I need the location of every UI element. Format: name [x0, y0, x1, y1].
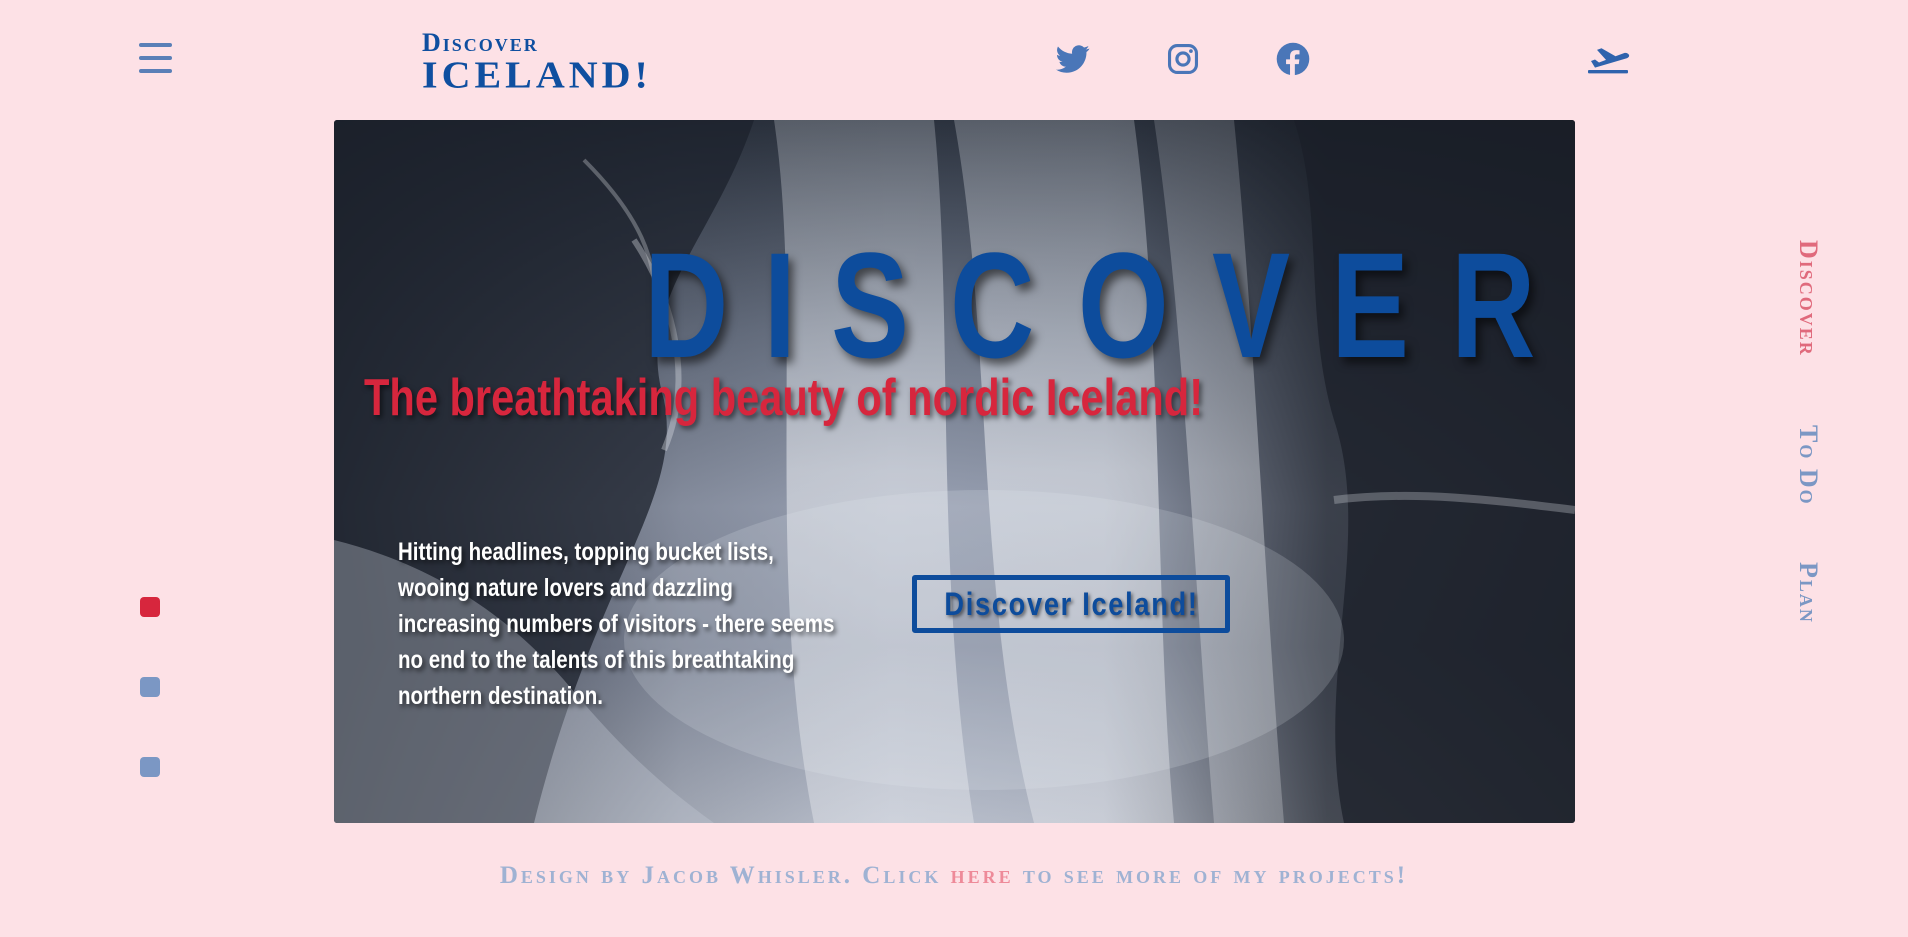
airplane-takeoff-icon[interactable] [1585, 40, 1631, 76]
nav-to-do[interactable]: To Do [1794, 425, 1823, 506]
hero-letter: V [1211, 221, 1290, 389]
nav-discover[interactable]: Discover [1794, 240, 1823, 357]
slide-dot-1[interactable] [140, 597, 160, 617]
logo-top-text: Discover [422, 28, 539, 57]
footer-prefix: Design by Jacob Whisler. Click [499, 862, 942, 889]
twitter-icon[interactable] [1056, 42, 1090, 76]
site-logo[interactable]: Discover ICELAND! [422, 30, 652, 96]
footer-credit: Design by Jacob Whisler. Click here to s… [0, 862, 1908, 890]
hero-letter: C [950, 221, 1035, 389]
logo-bottom-text: ICELAND! [422, 53, 652, 96]
hero-letter: S [830, 221, 909, 389]
hero-banner: D I S C O V E R The breathtaking beauty … [334, 120, 1575, 823]
hero-letter: I [763, 221, 797, 389]
hero-letter: R [1450, 221, 1535, 389]
hamburger-menu-icon[interactable] [139, 43, 172, 73]
discover-iceland-button-label: Discover Iceland! [943, 585, 1199, 622]
slide-dot-3[interactable] [140, 757, 160, 777]
hero-description: Hitting headlines, topping bucket lists,… [398, 538, 835, 710]
hero-headline-discover: D I S C O V E R [632, 230, 1547, 380]
hero-letter: O [1078, 221, 1170, 389]
facebook-icon[interactable] [1276, 42, 1310, 76]
slide-dot-2[interactable] [140, 677, 160, 697]
nav-plan[interactable]: Plan [1794, 562, 1823, 624]
hero-tagline: The breathtaking beauty of nordic Icelan… [364, 369, 1204, 427]
footer-suffix: to see more of my projects! [1022, 862, 1409, 889]
footer-projects-link[interactable]: here [951, 862, 1014, 889]
hero-letter: D [643, 221, 729, 389]
discover-iceland-button[interactable]: Discover Iceland! [912, 575, 1230, 633]
hero-letter: E [1330, 221, 1409, 389]
instagram-icon[interactable] [1166, 42, 1200, 76]
